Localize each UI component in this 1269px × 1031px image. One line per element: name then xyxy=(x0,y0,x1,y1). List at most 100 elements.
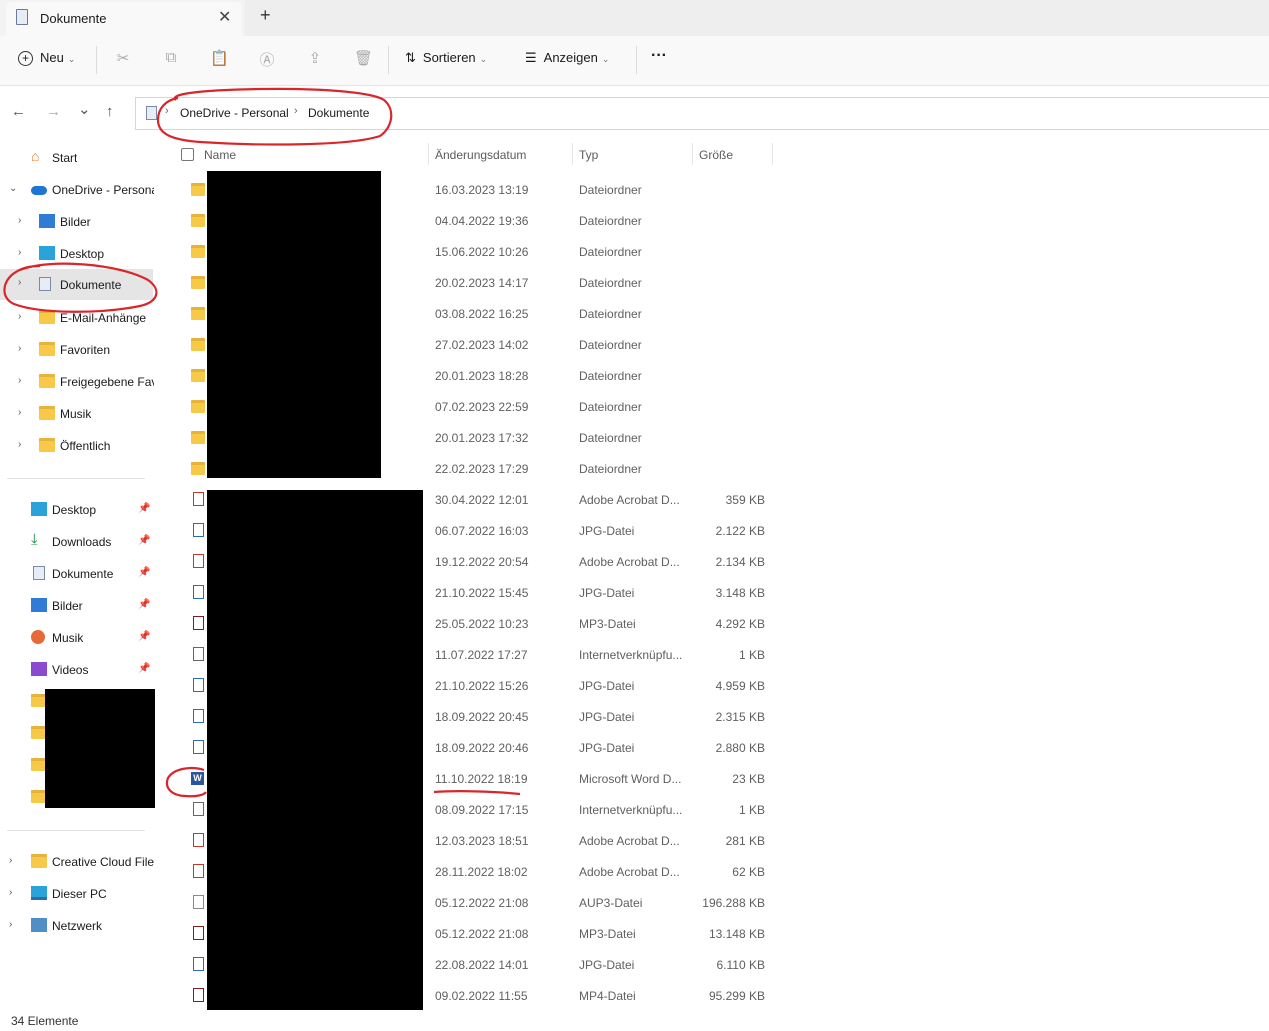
quick-access-dokumente[interactable]: Dokumente 📌 xyxy=(0,562,150,586)
redacted-area xyxy=(207,171,381,478)
image-file-icon xyxy=(193,709,204,723)
close-tab-icon[interactable]: ✕ xyxy=(218,7,231,27)
column-divider[interactable] xyxy=(428,143,429,165)
rename-icon[interactable]: Ⓐ xyxy=(258,49,276,69)
new-button[interactable]: + Neu ⌄ xyxy=(18,50,75,66)
sidebar-item-netzwerk[interactable]: › Netzwerk xyxy=(0,914,150,938)
pin-icon[interactable]: 📌 xyxy=(138,567,150,578)
column-divider[interactable] xyxy=(692,143,693,165)
row-date: 06.07.2022 16:03 xyxy=(435,524,529,538)
sidebar-item-label: Favoriten xyxy=(60,343,111,357)
row-date: 11.10.2022 18:19 xyxy=(435,772,528,786)
sidebar-item-oeffentlich[interactable]: › Öffentlich xyxy=(0,434,150,458)
breadcrumb-onedrive[interactable]: OneDrive - Personal xyxy=(180,106,289,120)
folder-icon xyxy=(191,338,205,351)
quick-access-videos[interactable]: Videos 📌 xyxy=(0,658,150,682)
column-divider[interactable] xyxy=(572,143,573,165)
sort-button[interactable]: ⇅ Sortieren ⌄ xyxy=(405,50,487,66)
computer-icon xyxy=(31,886,47,900)
delete-icon[interactable]: 🗑 xyxy=(354,49,373,67)
chevron-down-icon: ⌄ xyxy=(67,54,76,64)
tab-dokumente[interactable]: Dokumente ✕ xyxy=(6,2,242,36)
row-type: MP3-Datei xyxy=(579,927,636,941)
share-icon[interactable]: ⇪ xyxy=(306,49,324,67)
sidebar-item-label: Dokumente xyxy=(52,567,114,581)
quick-access-desktop[interactable]: Desktop 📌 xyxy=(0,498,150,522)
new-tab-icon[interactable]: + xyxy=(260,5,271,26)
row-type: Dateiordner xyxy=(579,369,642,383)
sidebar-item-label: OneDrive - Persona xyxy=(52,183,154,197)
breadcrumb-dokumente[interactable]: Dokumente xyxy=(308,106,369,120)
sidebar-item-dokumente[interactable]: › Dokumente xyxy=(0,269,153,300)
sort-icon: ⇅ xyxy=(405,50,416,65)
folder-icon xyxy=(191,431,205,444)
sidebar-item-onedrive[interactable]: ⌄ OneDrive - Persona xyxy=(0,178,154,202)
documents-icon xyxy=(33,566,45,580)
sidebar-item-desktop[interactable]: › Desktop xyxy=(0,242,150,266)
row-size: 13.148 KB xyxy=(708,927,765,941)
pdf-file-icon xyxy=(193,492,204,506)
column-header-date[interactable]: Änderungsdatum xyxy=(435,148,526,162)
back-icon[interactable]: ← xyxy=(11,103,26,120)
more-options-icon[interactable]: ··· xyxy=(651,47,667,65)
paste-icon[interactable]: 📋 xyxy=(210,49,229,67)
sidebar-item-dieser-pc[interactable]: › Dieser PC xyxy=(0,882,150,906)
sidebar-item-label: Creative Cloud Files xyxy=(52,855,154,869)
image-file-icon xyxy=(193,678,204,692)
forward-icon[interactable]: → xyxy=(46,103,61,120)
title-bar: Dokumente ✕ + xyxy=(0,0,1269,36)
sidebar-item-bilder[interactable]: › Bilder xyxy=(0,210,150,234)
column-header-type[interactable]: Typ xyxy=(579,148,598,162)
sidebar-item-creative-cloud[interactable]: › Creative Cloud Files xyxy=(0,850,154,874)
quick-access-downloads[interactable]: ⤓ Downloads 📌 xyxy=(0,530,150,554)
cut-icon[interactable]: ✂ xyxy=(114,49,132,67)
new-button-label: Neu xyxy=(40,50,64,65)
redacted-area xyxy=(207,490,423,1012)
sidebar-item-favoriten[interactable]: › Favoriten xyxy=(0,338,150,362)
row-date: 20.01.2023 18:28 xyxy=(435,369,529,383)
chevron-right-icon: › xyxy=(9,887,13,898)
pdf-file-icon xyxy=(193,833,204,847)
column-header-name[interactable]: Name xyxy=(204,148,236,162)
row-type: AUP3-Datei xyxy=(579,896,643,910)
pin-icon[interactable]: 📌 xyxy=(138,663,150,674)
folder-icon xyxy=(39,438,55,452)
up-icon[interactable]: ↑ xyxy=(106,103,114,120)
copy-icon[interactable]: ⧉ xyxy=(162,49,180,67)
item-count: 34 Elemente xyxy=(11,1014,79,1028)
folder-icon xyxy=(191,214,205,227)
image-file-icon xyxy=(193,585,204,599)
media-file-icon xyxy=(193,926,204,940)
sidebar-item-email-anhaenge[interactable]: › E-Mail-Anhänge xyxy=(0,306,150,330)
row-date: 09.02.2022 11:55 xyxy=(435,989,528,1003)
recent-locations-icon[interactable]: ⌄ xyxy=(78,100,91,118)
chevron-right-icon: › xyxy=(9,919,13,930)
view-button[interactable]: ☰ Anzeigen ⌄ xyxy=(525,50,609,66)
row-type: Dateiordner xyxy=(579,183,642,197)
row-size: 196.288 KB xyxy=(702,896,765,910)
quick-access-musik[interactable]: Musik 📌 xyxy=(0,626,150,650)
column-divider[interactable] xyxy=(772,143,773,165)
breadcrumb-chevron-icon: › xyxy=(294,105,298,117)
row-size: 1 KB xyxy=(738,803,765,817)
row-date: 25.05.2022 10:23 xyxy=(435,617,529,631)
sidebar-item-freigegebene-favoriten[interactable]: › Freigegebene Fav xyxy=(0,370,154,394)
chevron-right-icon: › xyxy=(18,343,22,354)
chevron-right-icon: › xyxy=(18,215,22,226)
quick-access-bilder[interactable]: Bilder 📌 xyxy=(0,594,150,618)
folder-icon xyxy=(191,307,205,320)
pin-icon[interactable]: 📌 xyxy=(138,535,150,546)
column-header-size[interactable]: Größe xyxy=(699,148,733,162)
address-bar[interactable]: › OneDrive - Personal › Dokumente xyxy=(135,97,1269,130)
file-list: Name Änderungsdatum Typ Größe 16.03.2023… xyxy=(155,140,1269,1012)
sidebar-item-start[interactable]: ⌂ Start xyxy=(0,146,150,170)
plus-circle-icon: + xyxy=(18,51,33,66)
videos-icon xyxy=(31,662,47,676)
pin-icon[interactable]: 📌 xyxy=(138,503,150,514)
row-date: 27.02.2023 14:02 xyxy=(435,338,529,352)
pin-icon[interactable]: 📌 xyxy=(138,631,150,642)
pin-icon[interactable]: 📌 xyxy=(138,599,150,610)
sidebar-item-musik[interactable]: › Musik xyxy=(0,402,150,426)
row-size: 3.148 KB xyxy=(715,586,765,600)
select-all-checkbox[interactable] xyxy=(181,148,194,161)
